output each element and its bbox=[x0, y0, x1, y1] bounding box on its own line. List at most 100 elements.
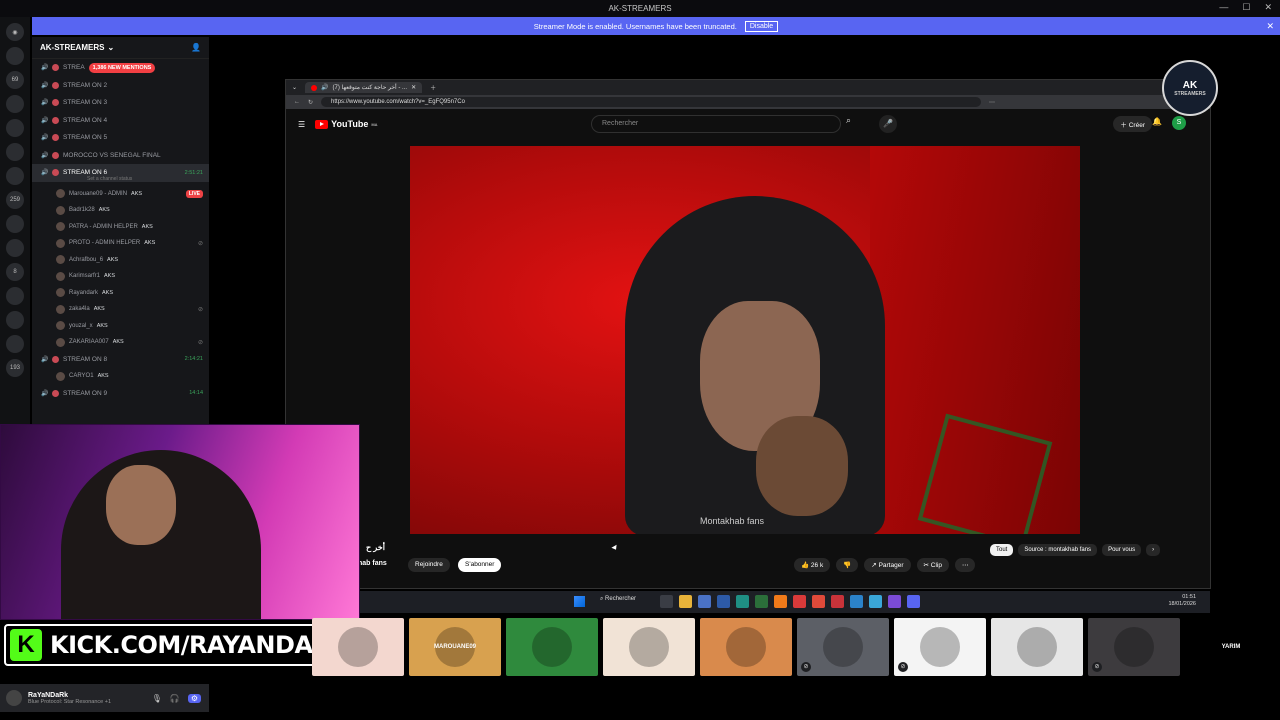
voice-user[interactable]: PROTO - ADMIN HELPER AKS ⊘ bbox=[32, 235, 209, 252]
server-icon[interactable] bbox=[6, 239, 24, 257]
maximize-icon[interactable]: ☐ bbox=[1242, 2, 1250, 13]
mic-icon[interactable]: 🎙 bbox=[152, 694, 162, 703]
discord-home-icon[interactable]: ◉ bbox=[6, 23, 24, 41]
participant-tile[interactable]: ⊘ bbox=[1088, 618, 1180, 676]
add-member-icon[interactable]: 👤 bbox=[191, 43, 201, 52]
channel-item[interactable]: 🔊 STREAM ON 9 14:14 bbox=[32, 385, 209, 403]
server-icon[interactable] bbox=[6, 215, 24, 233]
app-icon[interactable] bbox=[831, 595, 844, 608]
like-button[interactable]: 👍 26 k bbox=[794, 558, 831, 572]
account-avatar[interactable]: S bbox=[1172, 116, 1186, 130]
url-field[interactable]: https://www.youtube.com/watch?v=_EgFQ95n… bbox=[321, 97, 982, 107]
channel-item[interactable]: 🔊 STREAM ON 3 bbox=[32, 94, 209, 112]
chip-for-you[interactable]: Pour vous bbox=[1102, 544, 1142, 556]
app-icon[interactable] bbox=[793, 595, 806, 608]
channel-name[interactable]: hab fans bbox=[358, 560, 387, 567]
voice-user[interactable]: Marouane09 - ADMIN AKS LIVE bbox=[32, 186, 209, 203]
channel-item[interactable]: 🔊 STREA 1,386 NEW MENTIONS bbox=[32, 59, 209, 77]
close-icon[interactable]: ✕ bbox=[1264, 2, 1272, 13]
server-icon[interactable] bbox=[6, 119, 24, 137]
chevron-right-icon[interactable]: › bbox=[1146, 544, 1161, 556]
banner-close-icon[interactable]: ✕ bbox=[1266, 21, 1274, 32]
task-view-icon[interactable] bbox=[660, 595, 673, 608]
participant-tile[interactable] bbox=[506, 618, 598, 676]
new-tab-icon[interactable]: ＋ bbox=[430, 83, 436, 92]
youtube-logo[interactable]: YouTube MA bbox=[315, 119, 378, 129]
file-explorer-icon[interactable] bbox=[679, 595, 692, 608]
tab-close-icon[interactable]: ✕ bbox=[411, 84, 416, 91]
minimize-icon[interactable]: — bbox=[1219, 2, 1228, 13]
server-icon[interactable]: 259 bbox=[6, 191, 24, 209]
voice-user[interactable]: CARYO1 AKS bbox=[32, 368, 209, 385]
participant-tile[interactable] bbox=[312, 618, 404, 676]
app-icon[interactable] bbox=[755, 595, 768, 608]
server-icon[interactable] bbox=[6, 167, 24, 185]
server-icon[interactable]: 8 bbox=[6, 263, 24, 281]
app-icon[interactable] bbox=[717, 595, 730, 608]
more-icon[interactable]: ⋯ bbox=[954, 558, 976, 572]
channel-item[interactable]: 🔊 STREAM ON 8 2:14:21 bbox=[32, 351, 209, 369]
user-info[interactable]: RaYaNDaRk Blue Protocol: Star Resonance … bbox=[28, 692, 111, 705]
app-icon[interactable] bbox=[774, 595, 787, 608]
app-icon[interactable] bbox=[850, 595, 863, 608]
guild-header[interactable]: AK-STREAMERS ⌄ 👤 bbox=[32, 37, 209, 59]
settings-gear-icon[interactable]: ⚙ bbox=[187, 693, 201, 703]
back-icon[interactable]: ← bbox=[294, 99, 300, 105]
video-player[interactable]: Montakhab fans bbox=[410, 146, 1080, 534]
windows-start-icon[interactable] bbox=[574, 596, 585, 607]
server-icon[interactable] bbox=[6, 335, 24, 353]
create-button[interactable]: ＋ Créer bbox=[1113, 116, 1152, 132]
mic-icon[interactable]: 🎤 bbox=[879, 115, 897, 133]
search-icon[interactable]: ⌕ bbox=[846, 115, 851, 126]
clip-button[interactable]: ✂ Clip bbox=[916, 558, 949, 572]
voice-user[interactable]: Achrafbou_6 AKS bbox=[32, 252, 209, 269]
voice-user[interactable]: youzal_x AKS bbox=[32, 318, 209, 335]
speaker-icon[interactable]: 🔊 bbox=[321, 84, 328, 91]
server-icon[interactable]: 193 bbox=[6, 359, 24, 377]
reload-icon[interactable]: ↻ bbox=[308, 99, 313, 106]
voice-user[interactable]: Rayandark AKS bbox=[32, 285, 209, 302]
headphones-icon[interactable]: 🎧 bbox=[170, 694, 180, 703]
server-icon[interactable] bbox=[6, 95, 24, 113]
participant-tile[interactable]: ⊘ bbox=[894, 618, 986, 676]
discord-icon[interactable] bbox=[907, 595, 920, 608]
server-icon[interactable] bbox=[6, 47, 24, 65]
dislike-button[interactable]: 👎 bbox=[836, 558, 859, 572]
browser-tab[interactable]: 🔊 أخر حاجة كنت متوقعها (7) - ... ✕ bbox=[305, 82, 423, 93]
disable-button[interactable]: Disable bbox=[744, 20, 779, 32]
join-button[interactable]: Rejoindre bbox=[408, 558, 450, 572]
channel-item[interactable]: 🔊 MOROCCO VS SENEGAL FINAL bbox=[32, 147, 209, 165]
taskbar-clock[interactable]: 01:51 18/01/2026 bbox=[1168, 594, 1196, 608]
participant-tile[interactable]: MAROUANE09 bbox=[409, 618, 501, 676]
participant-tile[interactable] bbox=[603, 618, 695, 676]
voice-user[interactable]: Karimsarfr1 AKS bbox=[32, 268, 209, 285]
server-icon[interactable] bbox=[6, 143, 24, 161]
server-icon[interactable] bbox=[6, 311, 24, 329]
server-icon[interactable]: 69 bbox=[6, 71, 24, 89]
store-icon[interactable] bbox=[698, 595, 711, 608]
app-icon[interactable] bbox=[869, 595, 882, 608]
chip-source[interactable]: Source : montakhab fans bbox=[1018, 544, 1098, 556]
notifications-bell-icon[interactable]: 🔔 bbox=[1152, 117, 1162, 126]
participant-tile[interactable] bbox=[700, 618, 792, 676]
participant-tile[interactable]: YARIM bbox=[1185, 618, 1277, 676]
channel-item[interactable]: 🔊 STREAM ON 4 bbox=[32, 112, 209, 130]
tab-nav-icon[interactable]: ⌄ bbox=[292, 84, 297, 91]
voice-user[interactable]: Badr1k28 AKS bbox=[32, 202, 209, 219]
subscribe-button[interactable]: S'abonner bbox=[458, 558, 502, 572]
extensions-icon[interactable]: ⋯ bbox=[989, 99, 995, 106]
mentions-badge[interactable]: 1,386 NEW MENTIONS bbox=[88, 62, 156, 73]
chip-all[interactable]: Tout bbox=[990, 544, 1014, 556]
edge-icon[interactable] bbox=[736, 595, 749, 608]
brave-icon[interactable] bbox=[812, 595, 825, 608]
share-button[interactable]: ↗ Partager bbox=[864, 558, 911, 572]
search-input[interactable]: Rechercher bbox=[591, 115, 841, 133]
participant-tile[interactable]: ⊘ bbox=[797, 618, 889, 676]
voice-user[interactable]: ZAKARIAA007 AKS ⊘ bbox=[32, 334, 209, 351]
menu-icon[interactable]: ☰ bbox=[298, 120, 305, 129]
channel-status[interactable]: Set a channel status bbox=[32, 176, 209, 186]
channel-item[interactable]: 🔊 STREAM ON 5 bbox=[32, 129, 209, 147]
taskbar-search[interactable]: ⌕ Rechercher bbox=[600, 596, 636, 603]
channel-item[interactable]: 🔊 STREAM ON 2 bbox=[32, 77, 209, 95]
participant-tile[interactable] bbox=[991, 618, 1083, 676]
